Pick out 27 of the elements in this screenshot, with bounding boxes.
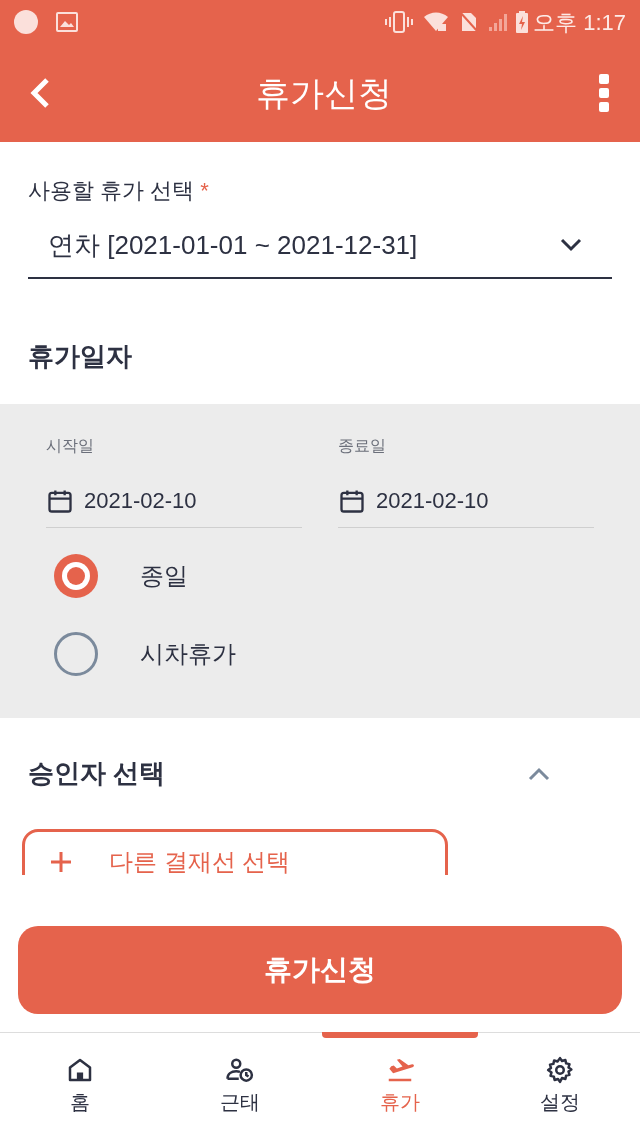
nav-tab[interactable]: 설정 bbox=[480, 1033, 640, 1138]
section-title: 승인자 선택 bbox=[28, 757, 167, 790]
nav-tab[interactable]: 홈 bbox=[0, 1033, 160, 1138]
radio-label: 종일 bbox=[140, 561, 188, 591]
leave-type-select[interactable]: 연차 [2021-01-01 ~ 2021-12-31] bbox=[28, 221, 612, 279]
image-icon bbox=[56, 12, 78, 32]
date-label: 종료일 bbox=[338, 436, 387, 456]
status-time: 오후 1:17 bbox=[533, 8, 626, 37]
required-mark: * bbox=[200, 177, 209, 205]
vibrate-icon bbox=[385, 10, 414, 34]
field-label: 사용할 휴가 선택 bbox=[28, 177, 195, 205]
chevron-down-icon bbox=[560, 238, 582, 252]
settings-icon bbox=[545, 1055, 575, 1085]
page-title: 휴가신청 bbox=[255, 72, 393, 114]
signal-icon bbox=[487, 11, 510, 33]
section-title: 휴가일자 bbox=[28, 340, 133, 373]
battery-icon bbox=[515, 10, 530, 34]
radio-button[interactable] bbox=[54, 632, 98, 676]
plus-icon bbox=[51, 852, 71, 872]
radio-label: 시차휴가 bbox=[140, 639, 236, 669]
date-label: 시작일 bbox=[46, 436, 95, 456]
chevron-up-icon[interactable] bbox=[528, 766, 550, 781]
radio-button[interactable] bbox=[54, 554, 98, 598]
wifi-lock-icon bbox=[423, 11, 450, 33]
date-field[interactable]: 2021-02-10 bbox=[338, 484, 594, 528]
date-field[interactable]: 2021-02-10 bbox=[46, 484, 302, 528]
nav-tab[interactable]: 근태 bbox=[160, 1033, 320, 1138]
